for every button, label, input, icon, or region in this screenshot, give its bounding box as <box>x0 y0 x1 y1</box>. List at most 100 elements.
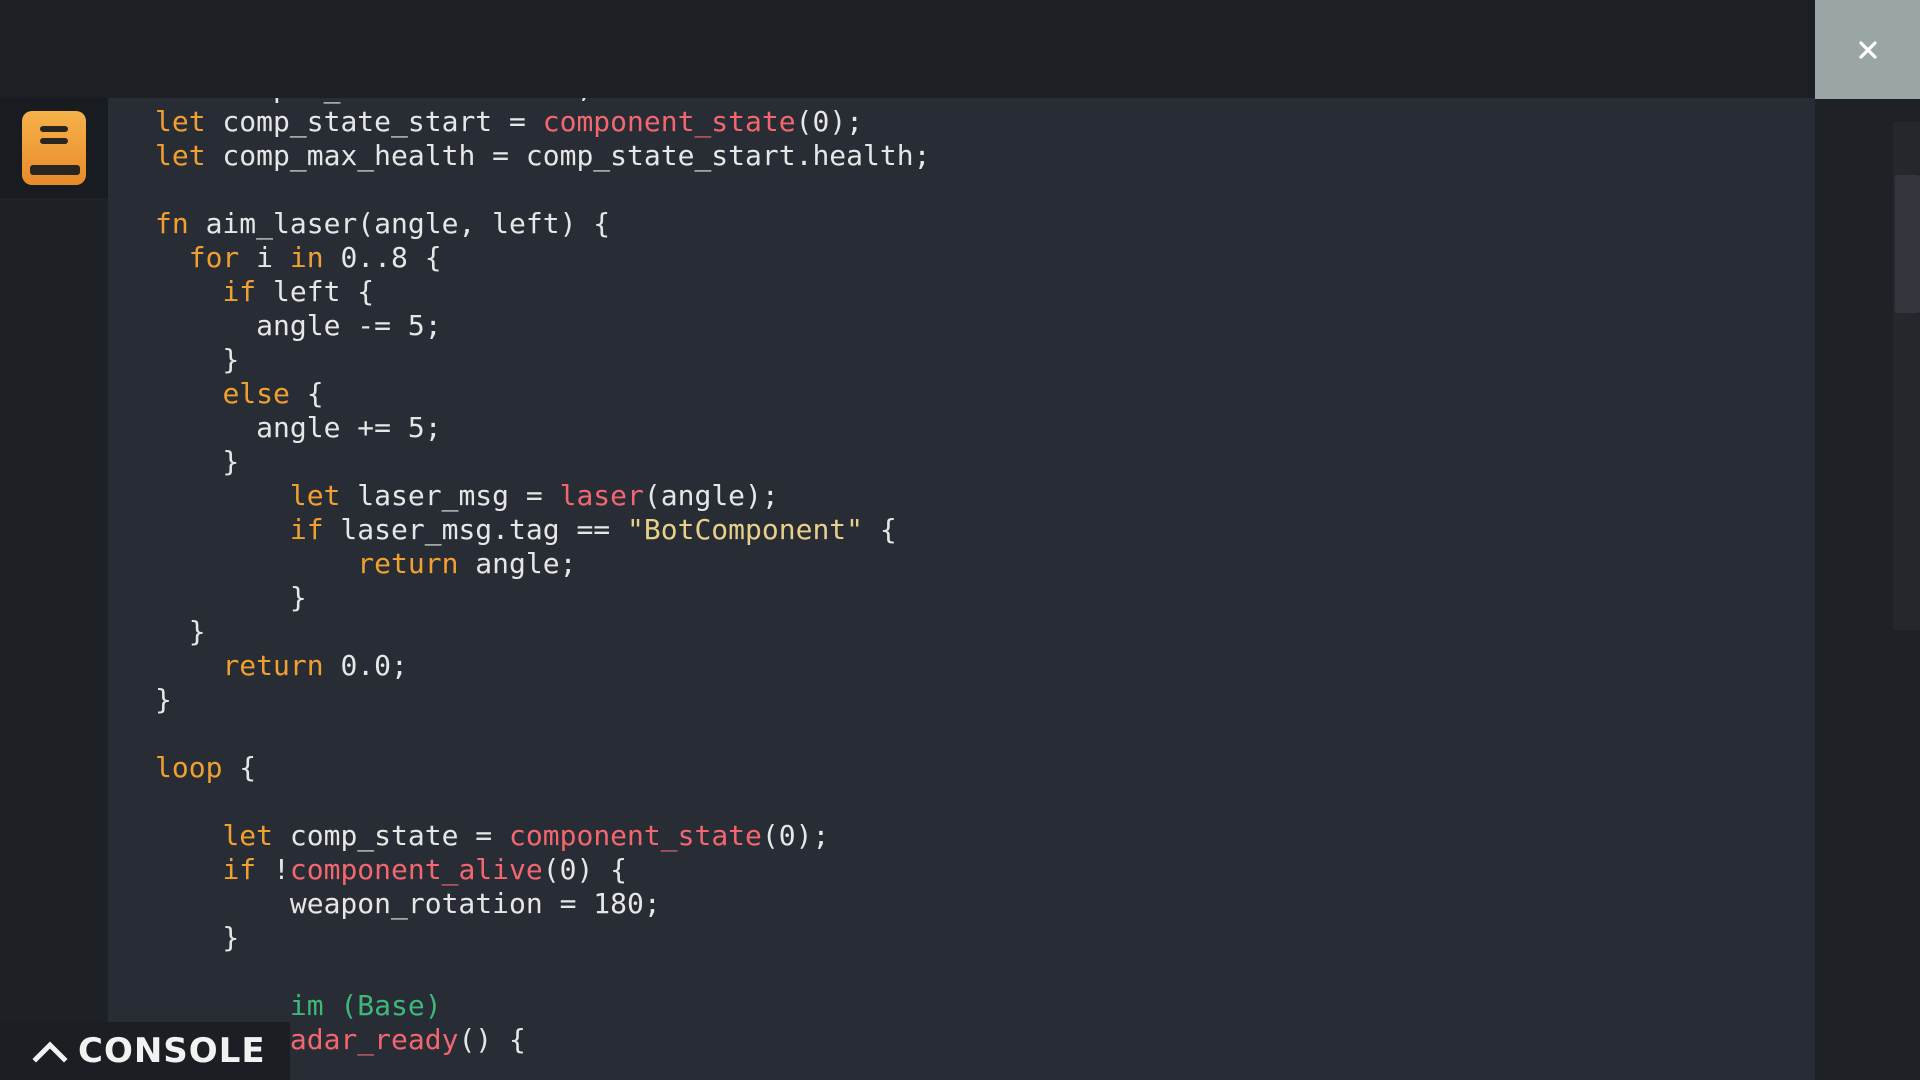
code-content[interactable]: let weapon_rotation = 0.0;let comp_state… <box>155 98 930 1057</box>
code-keyword: if <box>222 853 257 886</box>
code-line: let comp_state = component_state(0); <box>155 819 930 853</box>
close-icon <box>1858 40 1877 59</box>
code-text: } <box>155 581 307 614</box>
code-text: angle -= 5; <box>155 309 442 342</box>
code-function: component_state <box>542 105 796 138</box>
code-keyword: if <box>222 275 257 308</box>
scrollbar-thumb[interactable] <box>1895 175 1920 313</box>
code-text: () { <box>458 1023 526 1056</box>
code-text: { <box>222 751 257 784</box>
close-button[interactable] <box>1815 0 1920 99</box>
code-text: (angle); <box>643 479 779 512</box>
code-text: } <box>155 615 206 648</box>
code-line: } <box>155 343 930 377</box>
code-line: angle -= 5; <box>155 309 930 343</box>
chevron-up-icon <box>32 1033 68 1069</box>
code-keyword: else <box>222 377 290 410</box>
code-line: for i in 0..8 { <box>155 241 930 275</box>
code-text: comp_state_start = <box>205 105 543 138</box>
code-line: let comp_state_start = component_state(0… <box>155 105 930 139</box>
left-gutter <box>0 98 108 1080</box>
code-text: (0); <box>795 105 864 138</box>
console-label: CONSOLE <box>78 1031 266 1071</box>
code-text: } <box>155 921 240 954</box>
code-text: } <box>155 343 240 376</box>
code-line: let weapon_rotation = 0.0; <box>155 98 930 105</box>
code-text: { <box>863 513 897 546</box>
code-keyword: return <box>222 649 324 682</box>
code-text: 0..8 { <box>323 241 442 274</box>
code-text: } <box>155 445 240 478</box>
code-text: weapon_rotation = 180; <box>155 887 661 920</box>
code-line: weapon_rotation = 180; <box>155 887 930 921</box>
code-function: laser <box>559 479 644 512</box>
code-line: } <box>155 615 930 649</box>
code-keyword: loop <box>155 751 223 784</box>
code-text: aim_laser(angle, left) { <box>188 207 611 240</box>
code-function: adar_ready <box>289 1023 459 1056</box>
code-line: } <box>155 581 930 615</box>
code-text: laser_msg = <box>340 479 560 512</box>
code-text: comp_max_health = comp_state_start.healt… <box>205 139 931 172</box>
docs-tab[interactable] <box>0 98 108 198</box>
code-text: ! <box>256 853 290 886</box>
code-text: } <box>155 683 172 716</box>
code-line: if left { <box>155 275 930 309</box>
code-line: let laser_msg = laser(angle); <box>155 479 930 513</box>
code-text: i <box>239 241 290 274</box>
code-keyword: in <box>289 241 324 274</box>
code-line: else { <box>155 377 930 411</box>
code-line: } <box>155 445 930 479</box>
code-text: { <box>289 377 324 410</box>
code-text: left { <box>256 275 375 308</box>
code-line: let comp_max_health = comp_state_start.h… <box>155 139 930 173</box>
code-text: 0.0; <box>323 649 408 682</box>
code-keyword: let <box>155 98 206 104</box>
code-string: "BotComponent" <box>627 513 864 546</box>
console-toggle[interactable]: CONSOLE <box>0 1022 290 1080</box>
code-text: (0); <box>761 819 830 852</box>
code-text: laser_msg.tag == <box>323 513 628 546</box>
code-keyword: if <box>289 513 324 546</box>
code-line: angle += 5; <box>155 411 930 445</box>
code-text: angle += 5; <box>155 411 442 444</box>
code-line: } <box>155 921 930 955</box>
code-line: im (Base) <box>155 989 930 1023</box>
code-line: if laser_msg.tag == "BotComponent" { <box>155 513 930 547</box>
book-icon <box>22 111 86 185</box>
code-line: if !component_alive(0) { <box>155 853 930 887</box>
code-function: component_alive <box>289 853 543 886</box>
code-line: return 0.0; <box>155 649 930 683</box>
code-comment: im (Base) <box>289 989 442 1022</box>
code-line: return angle; <box>155 547 930 581</box>
code-line: loop { <box>155 751 930 785</box>
code-keyword: let <box>222 819 274 852</box>
code-editor[interactable]: let weapon_rotation = 0.0;let comp_state… <box>108 98 1815 1080</box>
code-line: } <box>155 683 930 717</box>
code-keyword: return <box>357 547 459 580</box>
code-keyword: let <box>155 105 206 138</box>
code-text: comp_state = <box>273 819 510 852</box>
code-text: weapon_rotation = 0.0; <box>206 98 593 104</box>
code-text: (0) { <box>542 853 628 886</box>
top-bar <box>0 0 1920 98</box>
code-keyword: let <box>155 139 206 172</box>
code-keyword: fn <box>155 207 189 240</box>
code-keyword: let <box>289 479 341 512</box>
code-keyword: for <box>188 241 240 274</box>
code-function: component_state <box>509 819 762 852</box>
code-line: fn aim_laser(angle, left) { <box>155 207 930 241</box>
